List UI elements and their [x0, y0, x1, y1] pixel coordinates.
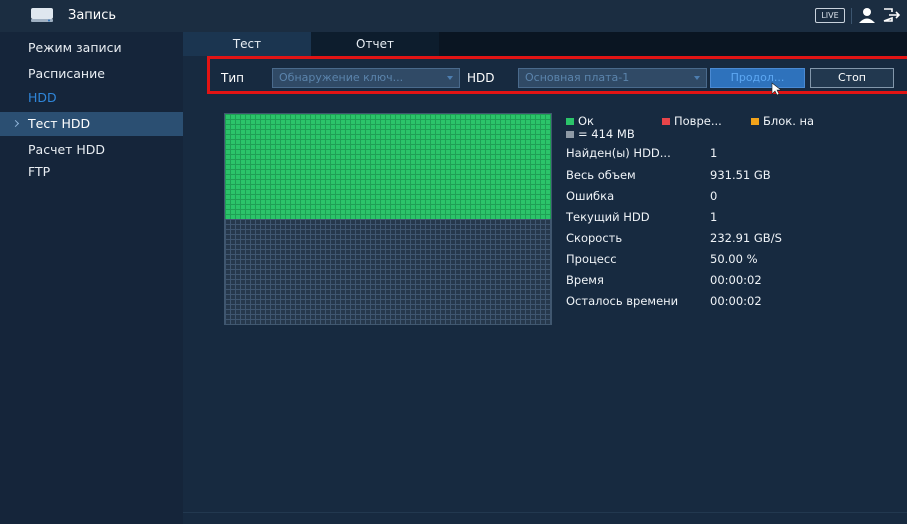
user-icon[interactable] — [858, 7, 876, 23]
sidebar-item-hdd[interactable]: HDD — [0, 86, 183, 110]
sidebar-item-label: Расчет HDD — [28, 142, 106, 157]
stat-value: 0 — [710, 189, 718, 203]
stat-label: Скорость — [566, 231, 623, 245]
sidebar: Режим записи Расписание HDD Тест HDD Рас… — [0, 32, 183, 524]
sidebar-item-label: Расписание — [28, 66, 105, 81]
divider — [183, 512, 907, 513]
stat-label: Весь объем — [566, 168, 636, 182]
ok-swatch — [566, 118, 574, 125]
live-button[interactable]: LIVE — [815, 8, 845, 23]
sidebar-item-label: HDD — [28, 90, 57, 105]
stat-value: 00:00:02 — [710, 294, 762, 308]
tab-bar: Тест Отчет — [183, 32, 907, 56]
sidebar-item-record-mode[interactable]: Режим записи — [0, 36, 183, 60]
legend-damaged-label: Повре... — [674, 114, 722, 128]
stat-label: Ошибка — [566, 189, 615, 203]
top-bar: Запись LIVE — [0, 0, 907, 32]
stat-value: 1 — [710, 146, 718, 160]
stat-value: 00:00:02 — [710, 273, 762, 287]
divider — [851, 8, 852, 24]
sidebar-item-schedule[interactable]: Расписание — [0, 62, 183, 86]
mouse-cursor-icon — [771, 82, 782, 96]
stat-value: 50.00 % — [710, 252, 758, 266]
stat-label: Текущий HDD — [566, 210, 650, 224]
block-swatch — [751, 118, 759, 125]
stat-label: Процесс — [566, 252, 617, 266]
hdd-icon — [31, 8, 53, 22]
stat-value: 931.51 GB — [710, 168, 771, 182]
legend-block-size-label: = 414 MB — [578, 127, 635, 141]
legend-ok-label: Ок — [578, 114, 594, 128]
tested-blocks — [225, 114, 551, 219]
stat-value: 232.91 GB/S — [710, 231, 782, 245]
chevron-right-icon — [11, 119, 20, 128]
sidebar-item-hdd-test[interactable]: Тест HDD — [0, 112, 183, 136]
stat-label: Время — [566, 273, 604, 287]
sidebar-item-hdd-calc[interactable]: Расчет HDD — [0, 138, 183, 162]
disk-block-grid — [224, 113, 552, 325]
sidebar-item-label: Тест HDD — [28, 116, 91, 131]
tab-report[interactable]: Отчет — [311, 32, 439, 56]
damaged-swatch — [662, 118, 670, 125]
legend-block-label: Блок. на — [763, 114, 815, 128]
stat-value: 1 — [710, 210, 718, 224]
page-title: Запись — [68, 8, 117, 23]
tab-test[interactable]: Тест — [183, 32, 311, 56]
logout-icon[interactable] — [882, 7, 902, 23]
stat-label: Осталось времени — [566, 294, 679, 308]
stat-label: Найден(ы) HDD... — [566, 146, 671, 160]
sidebar-item-label: Режим записи — [28, 40, 122, 55]
block-size-swatch — [566, 131, 574, 138]
sidebar-item-label: FTP — [28, 164, 51, 179]
highlight-box — [207, 56, 907, 94]
sidebar-item-ftp[interactable]: FTP — [0, 160, 183, 184]
